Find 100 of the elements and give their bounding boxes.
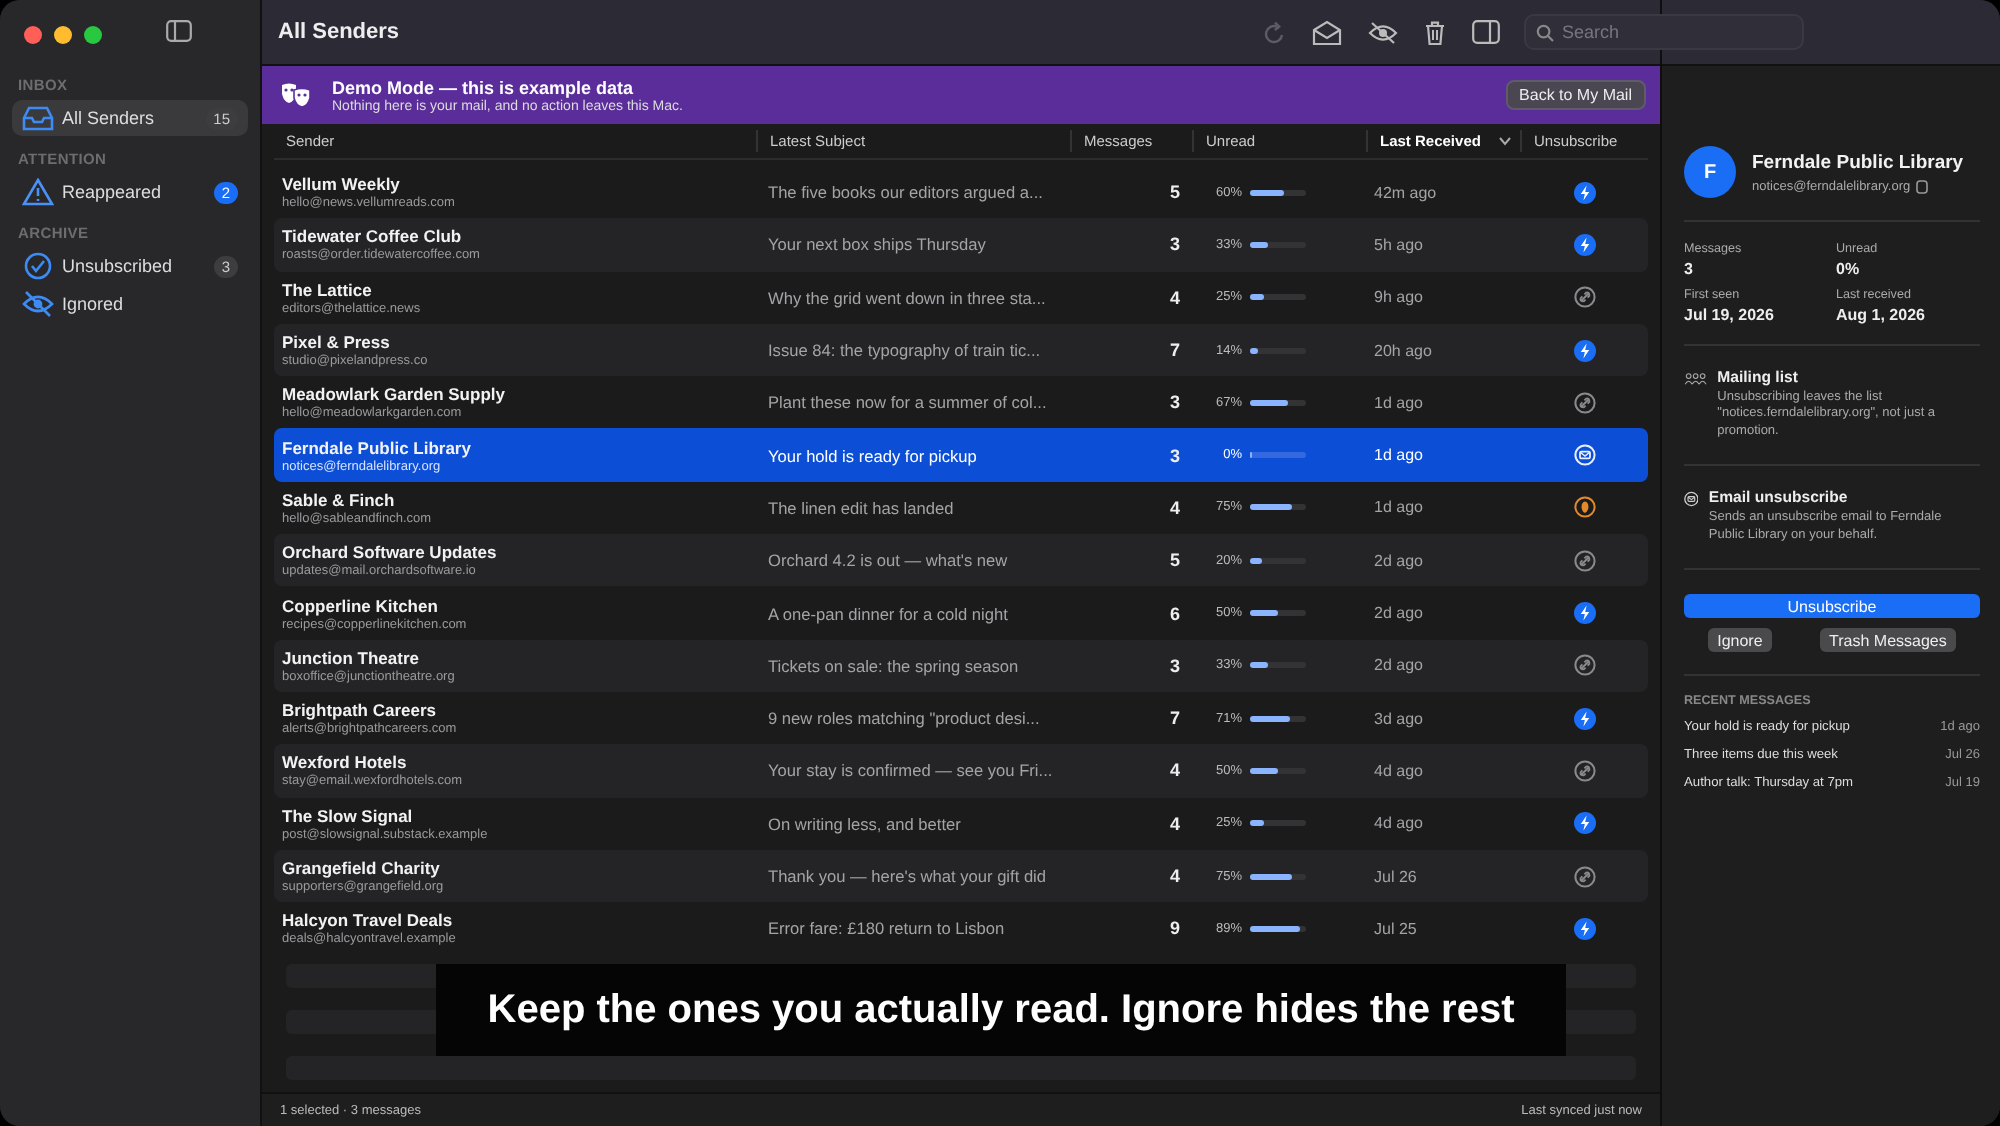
received-cell-text: 42m ago xyxy=(1372,183,1439,202)
banner-title: Demo Mode — this is example data xyxy=(332,77,636,97)
message-count: 4 xyxy=(1167,497,1182,518)
lightning-icon[interactable] xyxy=(1573,233,1595,256)
received-cell-text: 20h ago xyxy=(1372,341,1434,360)
message-count: 3 xyxy=(1167,655,1182,676)
unread-bar xyxy=(1250,610,1306,617)
envelope-icon[interactable] xyxy=(1312,19,1342,45)
theater-masks-icon xyxy=(280,82,312,108)
subject-cell-text: The five books our editors argued a... xyxy=(766,182,1045,203)
unread-bar xyxy=(1250,662,1306,669)
minimize-button[interactable] xyxy=(54,25,72,43)
sidebar-label: Reappeared xyxy=(62,182,164,202)
unsubscribe-button[interactable]: Unsubscribe xyxy=(1684,594,1980,619)
lightning-icon[interactable] xyxy=(1573,181,1595,204)
subject-cell-text: Orchard 4.2 is out — what's new xyxy=(766,550,1010,571)
subject-cell-text: Why the grid went down in three sta... xyxy=(766,287,1048,308)
message-count: 4 xyxy=(1167,813,1182,834)
message-count: 4 xyxy=(1167,760,1182,781)
sender-name: The Slow Signal xyxy=(282,805,413,826)
inbox-icon xyxy=(22,104,54,132)
panel-icon[interactable] xyxy=(1472,20,1500,44)
sender-name: Junction Theatre xyxy=(282,647,421,668)
warning-icon xyxy=(22,178,54,206)
stat-value: 3 xyxy=(1684,260,1695,278)
unread-bar xyxy=(1250,873,1306,879)
link-icon[interactable] xyxy=(1573,654,1595,677)
sidebar-label: Ignored xyxy=(62,294,126,314)
subject-cell-text: Your stay is confirmed — see you Fri... xyxy=(766,760,1055,781)
sender-name: Ferndale Public Library xyxy=(282,437,473,458)
link-icon[interactable] xyxy=(1573,549,1595,572)
message-count: 5 xyxy=(1167,182,1182,203)
trash-button[interactable]: Trash Messages xyxy=(1819,628,1957,653)
message-count: 4 xyxy=(1167,866,1182,886)
sender-avatar: F xyxy=(1684,146,1736,198)
unread-bar xyxy=(1250,767,1306,774)
chevron-down-icon xyxy=(1498,136,1512,146)
sidebar-item[interactable]: Ignored xyxy=(12,286,248,322)
sender-name: Halcyon Travel Deals xyxy=(282,910,453,931)
check-circle-icon xyxy=(22,252,54,280)
subject-cell-text: Your hold is ready for pickup xyxy=(766,445,979,466)
window-title: All Senders xyxy=(278,20,402,44)
sender-name: Copperline Kitchen xyxy=(282,595,438,616)
received-cell-text: 5h ago xyxy=(1372,235,1425,254)
subject-cell-text: Error fare: £180 return to Lisbon xyxy=(766,918,1007,939)
unread-bar xyxy=(1250,504,1306,511)
zoom-button[interactable] xyxy=(84,25,102,43)
trash-icon[interactable] xyxy=(1424,19,1446,45)
detail-sender-name: Ferndale Public Library xyxy=(1752,151,1964,173)
received-cell-text: 1d ago xyxy=(1372,446,1425,465)
search-field[interactable]: Search xyxy=(1524,14,1804,50)
received-cell-text: Jul 26 xyxy=(1372,867,1419,885)
subject-cell-text: Plant these now for a summer of col... xyxy=(766,392,1049,413)
received-cell-text: 4d ago xyxy=(1372,814,1425,833)
lightning-icon[interactable] xyxy=(1573,602,1595,625)
sender-name: Tidewater Coffee Club xyxy=(282,226,464,247)
subject-cell-text: Your next box ships Thursday xyxy=(766,234,988,255)
stat-value: Jul 19, 2026 xyxy=(1684,306,1776,324)
link-icon[interactable] xyxy=(1573,391,1595,414)
link-icon[interactable] xyxy=(1573,286,1595,309)
received-cell-text: 3d ago xyxy=(1372,709,1425,728)
close-button[interactable] xyxy=(24,25,42,43)
copy-icon[interactable] xyxy=(1916,179,1929,193)
message-count: 3 xyxy=(1167,234,1182,255)
hidden-eye-icon[interactable] xyxy=(1368,21,1398,43)
sidebar-label: Unsubscribed xyxy=(62,256,175,276)
back-to-mail-button[interactable]: Back to My Mail xyxy=(1505,80,1646,110)
message-count: 7 xyxy=(1167,708,1182,729)
message-count: 4 xyxy=(1167,287,1182,308)
message-count: 7 xyxy=(1167,340,1182,361)
sender-name: Sable & Finch xyxy=(282,489,397,510)
message-count: 5 xyxy=(1167,550,1182,571)
received-cell-text: Jul 25 xyxy=(1372,919,1419,938)
hidden-eye-icon xyxy=(22,290,54,318)
unread-bar xyxy=(1250,452,1306,459)
link-icon[interactable] xyxy=(1573,759,1595,782)
message-count: 6 xyxy=(1167,603,1182,624)
subject-cell-text: On writing less, and better xyxy=(766,813,963,834)
subject-cell-text: The linen edit has landed xyxy=(766,497,956,518)
sender-name: Brightpath Careers xyxy=(282,700,438,721)
link-icon[interactable] xyxy=(1573,865,1595,887)
unread-bar xyxy=(1250,715,1306,722)
unread-bar xyxy=(1250,399,1306,406)
subject-cell-text: A one-pan dinner for a cold night xyxy=(766,603,1010,624)
unread-bar xyxy=(1250,189,1306,196)
sender-name: Orchard Software Updates xyxy=(282,542,499,563)
lightning-icon[interactable] xyxy=(1573,812,1595,835)
unread-bar xyxy=(1250,241,1306,248)
sidebar-label: All Senders xyxy=(62,108,157,128)
received-cell-text: 1d ago xyxy=(1372,393,1425,412)
sender-name: Wexford Hotels xyxy=(282,752,409,773)
ignore-button[interactable]: Ignore xyxy=(1707,628,1773,653)
lightning-icon[interactable] xyxy=(1573,339,1595,362)
video-caption: Keep the ones you actually read. Ignore hides the rest xyxy=(487,987,1515,1033)
stat-value: Aug 1, 2026 xyxy=(1836,306,1927,324)
received-cell-text: 1d ago xyxy=(1372,498,1425,517)
lightning-icon[interactable] xyxy=(1573,917,1595,940)
received-cell-text: 2d ago xyxy=(1372,604,1425,623)
lightning-icon[interactable] xyxy=(1573,707,1595,730)
sidebar-toggle-icon xyxy=(166,20,192,42)
